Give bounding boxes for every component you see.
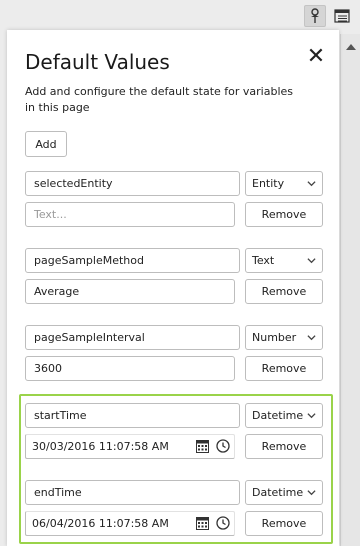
pin-button[interactable] [304,5,326,27]
calendar-icon[interactable] [196,439,210,453]
variable-name-input[interactable]: selectedEntity [25,171,240,196]
remove-button[interactable]: Remove [245,434,323,459]
variable-group-selectedentity: selectedEntity Entity Text... Remove [25,171,323,231]
clock-icon[interactable] [216,516,230,530]
scroll-up-arrow-icon[interactable] [346,44,356,50]
variable-type-select[interactable]: Entity [245,171,323,196]
add-button[interactable]: Add [25,131,67,157]
variable-name-input[interactable]: startTime [25,403,240,428]
remove-button[interactable]: Remove [245,279,323,304]
top-toolbar [0,0,360,32]
panel-description: Add and configure the default state for … [25,85,294,114]
variable-name-input[interactable]: pageSampleInterval [25,325,240,350]
datetime-value-text: 30/03/2016 11:07:58 AM [32,440,169,453]
variable-type-value: Datetime [252,409,304,422]
variable-value-input[interactable]: 3600 [25,356,235,381]
chevron-down-icon [307,413,316,419]
chevron-down-icon [307,490,316,496]
variable-type-select[interactable]: Datetime [245,480,323,505]
variable-type-value: Entity [252,177,285,190]
variable-name-input[interactable]: endTime [25,480,240,505]
remove-button[interactable]: Remove [245,356,323,381]
datetime-value-input[interactable]: 30/03/2016 11:07:58 AM [25,434,235,459]
clock-icon[interactable] [216,439,230,453]
panel-toggle-button[interactable] [331,5,353,27]
variable-type-select[interactable]: Number [245,325,323,350]
remove-button[interactable]: Remove [245,202,323,227]
variable-type-value: Datetime [252,486,304,499]
variable-name-input[interactable]: pageSampleMethod [25,248,240,273]
default-values-panel: Default Values ✕ Add and configure the d… [7,30,339,546]
background-scrollbar[interactable] [340,34,360,546]
variable-group-pagesampleinterval: pageSampleInterval Number 3600 Remove [25,325,323,385]
variable-value-input[interactable]: Text... [25,202,235,227]
datetime-value-input[interactable]: 06/04/2016 11:07:58 AM [25,511,235,536]
variable-type-value: Number [252,331,297,344]
remove-button[interactable]: Remove [245,511,323,536]
variable-type-value: Text [252,254,275,267]
chevron-down-icon [307,258,316,264]
datetime-variables-highlight: startTime Datetime 30/03/2016 11:07:58 A… [19,394,333,544]
close-button[interactable]: ✕ [306,46,326,68]
chevron-down-icon [307,335,316,341]
panel-title: Default Values [25,50,170,74]
variable-value-input[interactable]: Average [25,279,235,304]
variable-type-select[interactable]: Text [245,248,323,273]
panel-icon [334,9,350,23]
pin-icon [311,8,319,23]
datetime-value-text: 06/04/2016 11:07:58 AM [32,517,169,530]
variable-group-pagesamplemethod: pageSampleMethod Text Average Remove [25,248,323,308]
variable-type-select[interactable]: Datetime [245,403,323,428]
calendar-icon[interactable] [196,516,210,530]
chevron-down-icon [307,181,316,187]
